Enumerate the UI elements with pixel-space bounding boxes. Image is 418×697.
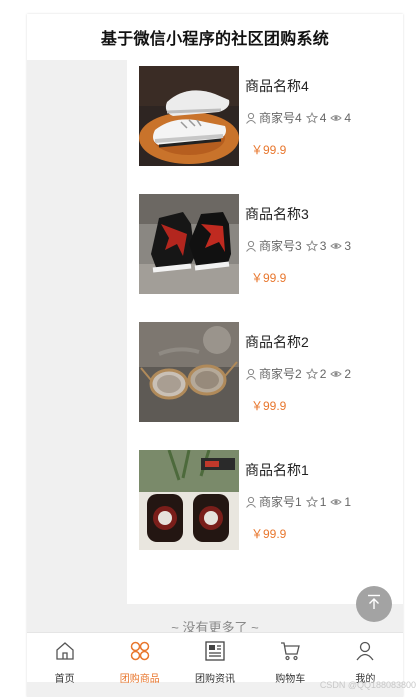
merchant-name: 商家号3 [259, 239, 302, 253]
star-icon [305, 495, 318, 508]
bottom-tabbar: 首页 团购商品 团购资讯 购物车 我的 [27, 632, 403, 685]
tab-label: 团购资讯 [195, 674, 235, 685]
product-meta: 商家号2 2 2 [245, 365, 351, 382]
favorite-count: 4 [319, 110, 327, 125]
product-image[interactable] [139, 450, 239, 550]
star-icon [305, 367, 318, 380]
star-icon [305, 111, 318, 124]
tab-label: 购物车 [275, 674, 306, 685]
user-icon [245, 112, 257, 124]
nav-header: 基于微信小程序的社区团购系统 [27, 14, 403, 60]
view-count: 2 [344, 366, 352, 381]
tab-mine[interactable]: 我的 [328, 633, 403, 685]
product-image[interactable] [139, 322, 239, 422]
arrow-up-icon [365, 593, 383, 616]
tab-home[interactable]: 首页 [27, 633, 102, 685]
product-price: ￥99.9 [251, 399, 287, 413]
tab-label: 首页 [54, 674, 75, 685]
product-name: 商品名称1 [245, 462, 309, 478]
user-icon [245, 240, 257, 252]
tab-cart[interactable]: 购物车 [253, 633, 328, 685]
merchant-name: 商家号2 [259, 367, 302, 381]
product-list: 商品名称4 商家号4 4 4 ￥99.9 商品名称3 商家号3 3 3 ￥99.… [127, 60, 403, 604]
product-name: 商品名称4 [245, 78, 309, 94]
product-meta: 商家号1 1 1 [245, 493, 351, 510]
user-icon [245, 496, 257, 508]
star-icon [305, 239, 318, 252]
view-count: 3 [344, 238, 352, 253]
eye-icon [330, 368, 343, 380]
product-card[interactable]: 商品名称2 商家号2 2 2 ￥99.9 [139, 322, 399, 424]
favorite-count: 3 [319, 238, 327, 253]
product-price: ￥99.9 [251, 527, 287, 541]
phone-screen: 基于微信小程序的社区团购系统 商品名称4 商家号4 4 4 ￥99.9 商品名称… [27, 14, 403, 697]
favorite-count: 2 [319, 366, 327, 381]
news-icon [204, 640, 226, 667]
eye-icon [330, 240, 343, 252]
product-card[interactable]: 商品名称1 商家号1 1 1 ￥99.9 [139, 450, 399, 552]
user-icon [354, 640, 376, 667]
cart-icon [279, 640, 301, 667]
favorite-count: 1 [319, 494, 327, 509]
product-price: ￥99.9 [251, 271, 287, 285]
merchant-name: 商家号1 [259, 495, 302, 509]
watermark-text: CSDN @QQ188083800 [319, 680, 416, 690]
product-meta: 商家号3 3 3 [245, 237, 351, 254]
product-image[interactable] [139, 194, 239, 294]
grid-icon [129, 640, 151, 667]
tab-group-buy-news[interactable]: 团购资讯 [177, 633, 252, 685]
product-name: 商品名称3 [245, 206, 309, 222]
product-meta: 商家号4 4 4 [245, 109, 351, 126]
page-title: 基于微信小程序的社区团购系统 [100, 31, 330, 48]
tab-label: 团购商品 [119, 674, 160, 685]
view-count: 4 [344, 110, 352, 125]
view-count: 1 [344, 494, 352, 509]
user-icon [245, 368, 257, 380]
home-icon [54, 640, 76, 667]
eye-icon [330, 112, 343, 124]
merchant-name: 商家号4 [259, 111, 302, 125]
product-card[interactable]: 商品名称4 商家号4 4 4 ￥99.9 [139, 66, 399, 168]
product-image[interactable] [139, 66, 239, 166]
eye-icon [330, 496, 343, 508]
product-card[interactable]: 商品名称3 商家号3 3 3 ￥99.9 [139, 194, 399, 296]
tab-group-buy-products[interactable]: 团购商品 [102, 633, 177, 685]
product-name: 商品名称2 [245, 334, 309, 350]
product-price: ￥99.9 [251, 143, 287, 157]
